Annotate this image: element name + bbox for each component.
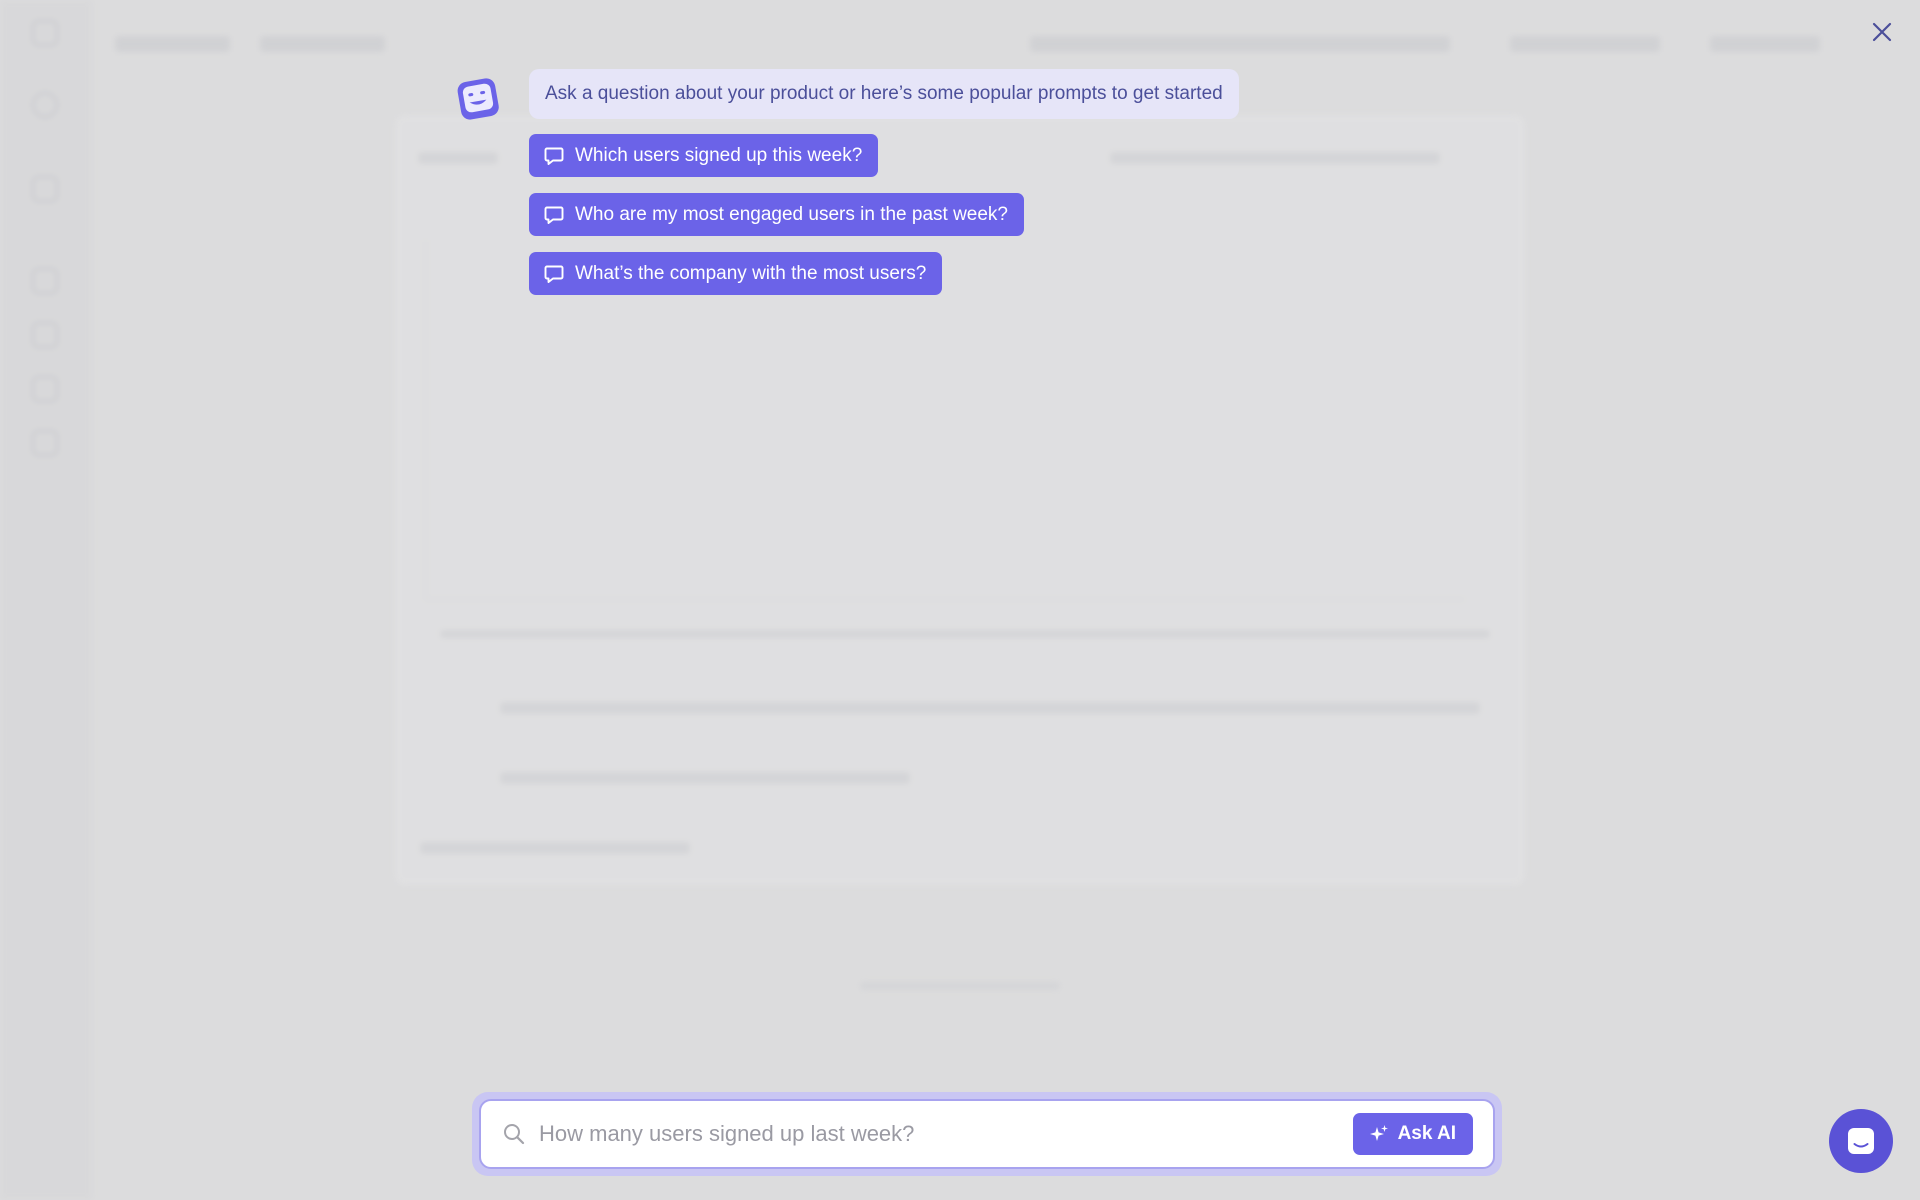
background-toolbar xyxy=(1110,152,1440,164)
chat-bubble-icon xyxy=(543,263,565,285)
chat-bubble-icon xyxy=(543,204,565,226)
background-table-row xyxy=(500,772,910,784)
suggested-prompt-button[interactable]: Which users signed up this week? xyxy=(529,134,879,177)
background-footer xyxy=(420,842,690,854)
suggested-prompt-button[interactable]: What’s the company with the most users? xyxy=(529,252,943,295)
background-sidebar-icon xyxy=(32,20,58,46)
background-heading xyxy=(418,152,498,164)
background-date-range xyxy=(1030,36,1450,52)
ask-ai-button-label: Ask AI xyxy=(1397,1123,1456,1144)
background-filter xyxy=(1510,36,1660,52)
chat-launcher-button[interactable] xyxy=(1829,1109,1893,1173)
assistant-intro-message: Ask a question about your product or her… xyxy=(529,69,1239,119)
background-sidebar-icon xyxy=(32,176,58,202)
background-sidebar-icon xyxy=(32,376,58,402)
background-sidebar xyxy=(0,0,92,1200)
background-table-header xyxy=(500,702,1480,714)
ask-ai-input[interactable] xyxy=(539,1121,1353,1147)
background-sidebar-icon xyxy=(32,268,58,294)
background-pagination xyxy=(860,982,1060,990)
ask-ai-bar: Ask AI xyxy=(472,1092,1502,1176)
suggested-prompt-label: Who are my most engaged users in the pas… xyxy=(575,203,1009,225)
background-app xyxy=(0,0,1920,1200)
background-tab xyxy=(260,36,385,52)
background-axis xyxy=(440,630,1490,638)
ask-ai-input-container: Ask AI xyxy=(479,1099,1495,1169)
chat-launcher-icon xyxy=(1845,1125,1877,1157)
suggested-prompt-label: What’s the company with the most users? xyxy=(575,262,927,284)
background-sidebar-icon xyxy=(32,322,58,348)
suggested-prompt-label: Which users signed up this week? xyxy=(575,144,863,166)
background-sidebar-icon xyxy=(32,92,58,118)
ask-ai-button[interactable]: Ask AI xyxy=(1352,1113,1473,1155)
search-icon xyxy=(501,1121,527,1147)
chat-bubble-icon xyxy=(543,145,565,167)
suggested-prompt-button[interactable]: Who are my most engaged users in the pas… xyxy=(529,193,1025,236)
close-icon xyxy=(1871,21,1893,43)
assistant-avatar-icon xyxy=(455,74,501,122)
background-action xyxy=(1710,36,1820,52)
background-title xyxy=(115,36,230,52)
close-button[interactable] xyxy=(1866,16,1898,48)
sparkle-icon xyxy=(1368,1123,1390,1145)
background-sidebar-icon xyxy=(32,430,58,456)
